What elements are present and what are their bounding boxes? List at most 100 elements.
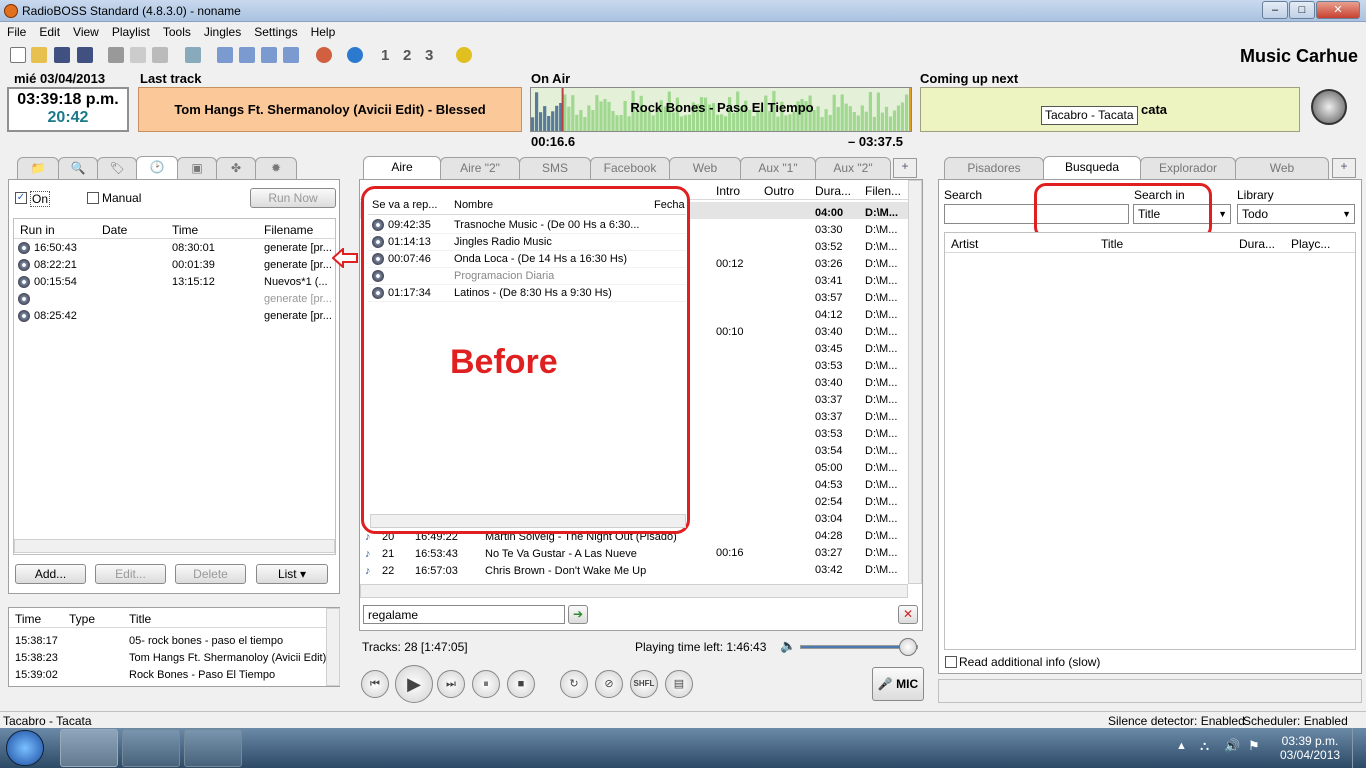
- shuffle-button[interactable]: SHFL: [630, 670, 658, 698]
- playlist-track-row[interactable]: ♪ 21 16:53:43 No Te Va Gustar - A Las Nueve: [360, 546, 800, 563]
- save-as-icon[interactable]: [77, 47, 93, 63]
- playlist-track-row[interactable]: ♪ 22 16:57:03 Chris Brown - Don't Wake Me U…: [360, 563, 800, 580]
- run-now-button[interactable]: Run Now: [250, 188, 336, 208]
- play-button[interactable]: ▶: [395, 665, 433, 703]
- col-time[interactable]: Time: [15, 612, 41, 626]
- playlist-tab[interactable]: Aire "2": [440, 157, 520, 179]
- col-intro[interactable]: Intro: [716, 184, 740, 198]
- overlay-row[interactable]: 01:17:34 Latinos - (De 8:30 Hs a 9:30 Hs): [368, 285, 686, 302]
- list-dropdown-button[interactable]: List ▾: [256, 564, 328, 584]
- col-se-va-a-rep[interactable]: Se va a rep...: [372, 199, 437, 211]
- scheduler-hscroll[interactable]: [14, 539, 335, 553]
- scheduler-row[interactable]: 08:25:42 generate [pr...: [14, 308, 335, 325]
- report-icon[interactable]: [316, 47, 332, 63]
- next-button[interactable]: ⏭: [437, 670, 465, 698]
- history-row[interactable]: 15:39:02 Rock Bones - Paso El Tiempo: [9, 667, 325, 684]
- add-right-tab-icon[interactable]: +: [1332, 158, 1356, 178]
- playlist-tab[interactable]: Web: [669, 157, 741, 179]
- scheduler-row[interactable]: 16:50:43 08:30:01 generate [pr...: [14, 240, 335, 257]
- read-info-checkbox[interactable]: [945, 656, 957, 668]
- col-filename[interactable]: Filename: [264, 223, 313, 237]
- taskbar-radioboss-icon[interactable]: [60, 729, 118, 767]
- copy-icon[interactable]: [130, 47, 146, 63]
- minimize-button[interactable]: –: [1262, 1, 1288, 19]
- undo-icon[interactable]: [185, 47, 201, 63]
- menu-jingles[interactable]: Jingles: [197, 22, 247, 39]
- on-checkbox[interactable]: ✓: [15, 192, 27, 204]
- taskbar-chrome-icon[interactable]: [122, 729, 180, 767]
- disable-button[interactable]: ⊘: [595, 670, 623, 698]
- playlist-tab[interactable]: Aire: [363, 156, 441, 179]
- col-nombre[interactable]: Nombre: [454, 199, 493, 211]
- tab-clock-icon[interactable]: 🕑: [136, 156, 178, 179]
- col-fecha[interactable]: Fecha: [654, 199, 685, 211]
- history-vscroll[interactable]: [326, 608, 340, 686]
- search-go-icon[interactable]: ➔: [568, 605, 588, 624]
- menu-file[interactable]: File: [0, 22, 32, 39]
- repeat-button[interactable]: ↻: [560, 670, 588, 698]
- maximize-button[interactable]: □: [1289, 1, 1315, 19]
- tab-folder-icon[interactable]: 📁: [17, 157, 59, 179]
- tray-flag-icon[interactable]: ⚑: [1248, 738, 1260, 754]
- right-tab[interactable]: Pisadores: [944, 157, 1044, 179]
- close-button[interactable]: ✕: [1316, 1, 1360, 19]
- delete-button[interactable]: Delete: [175, 564, 246, 584]
- overlay-row[interactable]: 01:14:13 Jingles Radio Music: [368, 234, 686, 251]
- tray-volume-icon[interactable]: 🔊: [1224, 738, 1240, 754]
- col-time[interactable]: Time: [172, 223, 198, 237]
- library-select[interactable]: Todo ▼: [1237, 204, 1355, 224]
- playlist-mode-button[interactable]: ▤: [665, 670, 693, 698]
- menu-help[interactable]: Help: [304, 22, 342, 39]
- right-tab[interactable]: Explorador: [1140, 157, 1236, 179]
- add-tab-icon[interactable]: +: [893, 158, 917, 178]
- tray-arrow-icon[interactable]: ▲: [1176, 740, 1187, 752]
- save-icon[interactable]: [54, 47, 70, 63]
- playlist-tab[interactable]: SMS: [519, 157, 591, 179]
- scheduler-row[interactable]: 08:22:21 00:01:39 generate [pr...: [14, 257, 335, 274]
- mic-button[interactable]: 🎤 MIC: [872, 667, 924, 701]
- globe-icon[interactable]: [347, 47, 363, 63]
- tab-puzzle-icon[interactable]: ✤: [216, 157, 256, 179]
- new-icon[interactable]: [10, 47, 26, 63]
- player-1-icon[interactable]: 1: [381, 47, 391, 64]
- col-filename[interactable]: Filen...: [865, 184, 901, 198]
- playlist-search-input[interactable]: regalame: [363, 605, 565, 624]
- player-3-icon[interactable]: 3: [425, 47, 439, 64]
- insert-url-icon[interactable]: [283, 47, 299, 63]
- tab-star-icon[interactable]: ✹: [255, 157, 297, 179]
- add-button[interactable]: Add...: [15, 564, 86, 584]
- scheduler-row[interactable]: generate [pr...: [14, 291, 335, 308]
- volume-slider[interactable]: [800, 638, 918, 656]
- right-tab[interactable]: Busqueda: [1043, 156, 1141, 179]
- playlist-tab[interactable]: Aux "1": [740, 157, 816, 179]
- history-row[interactable]: 15:38:23 Tom Hangs Ft. Shermanoloy (Avici…: [9, 650, 326, 667]
- prev-button[interactable]: ⏮: [361, 670, 389, 698]
- col-title[interactable]: Title: [129, 612, 151, 626]
- overlay-row[interactable]: 09:42:35 Trasnoche Music - (De 00 Hs a 6:…: [368, 217, 686, 234]
- col-playcount[interactable]: Playc...: [1291, 237, 1330, 251]
- col-title[interactable]: Title: [1101, 237, 1123, 251]
- start-button-icon[interactable]: [6, 730, 44, 766]
- show-desktop-button[interactable]: [1352, 728, 1366, 768]
- menu-view[interactable]: View: [66, 22, 105, 39]
- menu-playlist[interactable]: Playlist: [105, 22, 156, 39]
- insert-track-icon[interactable]: [217, 47, 233, 63]
- overlay-hscroll[interactable]: [370, 514, 686, 528]
- playlist-vscroll[interactable]: [908, 180, 922, 584]
- playlist-tab[interactable]: Aux "2": [815, 157, 891, 179]
- col-artist[interactable]: Artist: [951, 237, 978, 251]
- edit-button[interactable]: Edit...: [95, 564, 166, 584]
- stop-button[interactable]: ■: [507, 670, 535, 698]
- pause-button[interactable]: ⏸: [472, 670, 500, 698]
- col-outro[interactable]: Outro: [764, 184, 794, 198]
- insert-dir-icon[interactable]: [261, 47, 277, 63]
- col-type[interactable]: Type: [69, 612, 95, 626]
- tray-network-icon[interactable]: ⛬: [1200, 738, 1209, 754]
- cut-icon[interactable]: [108, 47, 124, 63]
- taskbar-clock[interactable]: 03:39 p.m. 03/04/2013: [1280, 734, 1340, 762]
- tab-tag-icon[interactable]: 🏷: [97, 157, 137, 179]
- overlay-row[interactable]: 00:07:46 Onda Loca - (De 14 Hs a 16:30 Hs…: [368, 251, 686, 268]
- playlist-hscroll[interactable]: [360, 584, 908, 598]
- clear-search-icon[interactable]: ✕: [898, 605, 918, 624]
- player-2-icon[interactable]: 2: [403, 47, 417, 64]
